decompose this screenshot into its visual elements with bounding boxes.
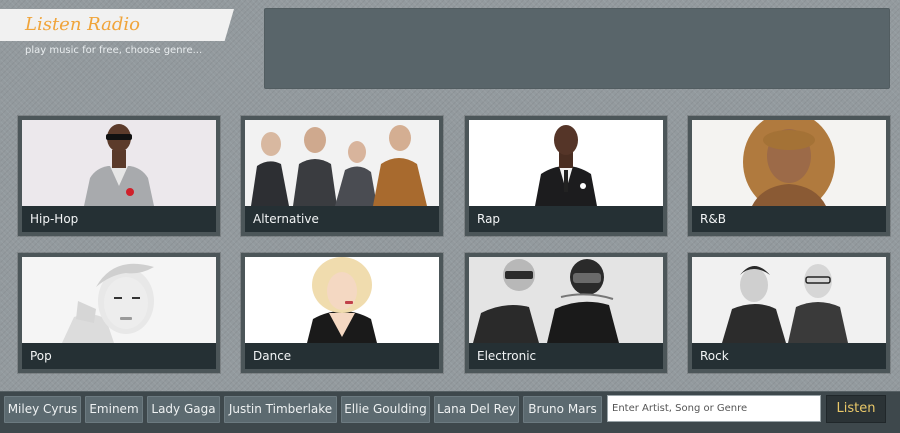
genre-tile-electronic[interactable]: Electronic — [465, 253, 667, 373]
rock-band-photo — [692, 257, 886, 343]
rnb-artist-photo — [692, 120, 886, 206]
electronic-artists-photo — [469, 257, 663, 343]
genre-label: Alternative — [245, 206, 439, 232]
genre-tile-hip-hop[interactable]: Hip-Hop — [18, 116, 220, 236]
genre-tile-rnb[interactable]: R&B — [688, 116, 890, 236]
genre-label: R&B — [692, 206, 886, 232]
dance-artist-photo — [245, 257, 439, 343]
artist-button-miley-cyrus[interactable]: Miley Cyrus — [4, 396, 81, 423]
alternative-band-photo — [245, 120, 439, 206]
genre-tile-alternative[interactable]: Alternative — [241, 116, 443, 236]
artist-button-justin-timberlake[interactable]: Justin Timberlake — [224, 396, 337, 423]
genre-label: Rap — [469, 206, 663, 232]
genre-tile-dance[interactable]: Dance — [241, 253, 443, 373]
genre-tile-rock[interactable]: Rock — [688, 253, 890, 373]
artist-button-eminem[interactable]: Eminem — [85, 396, 143, 423]
genre-label: Dance — [245, 343, 439, 369]
artist-button-lady-gaga[interactable]: Lady Gaga — [147, 396, 220, 423]
site-tagline: play music for free, choose genre... — [25, 45, 203, 56]
hip-hop-artist-photo — [22, 120, 216, 206]
pop-artist-photo — [22, 257, 216, 343]
artist-button-lana-del-rey[interactable]: Lana Del Rey — [434, 396, 519, 423]
site-title[interactable]: Listen Radio — [25, 14, 140, 35]
rap-artist-photo — [469, 120, 663, 206]
artist-button-bruno-mars[interactable]: Bruno Mars — [523, 396, 602, 423]
genre-tile-pop[interactable]: Pop — [18, 253, 220, 373]
banner-panel — [264, 8, 890, 89]
listen-button[interactable]: Listen — [826, 395, 886, 423]
genre-label: Rock — [692, 343, 886, 369]
genre-tile-rap[interactable]: Rap — [465, 116, 667, 236]
genre-label: Electronic — [469, 343, 663, 369]
genre-label: Pop — [22, 343, 216, 369]
search-input[interactable] — [607, 395, 821, 422]
artist-button-ellie-goulding[interactable]: Ellie Goulding — [341, 396, 430, 423]
genre-label: Hip-Hop — [22, 206, 216, 232]
